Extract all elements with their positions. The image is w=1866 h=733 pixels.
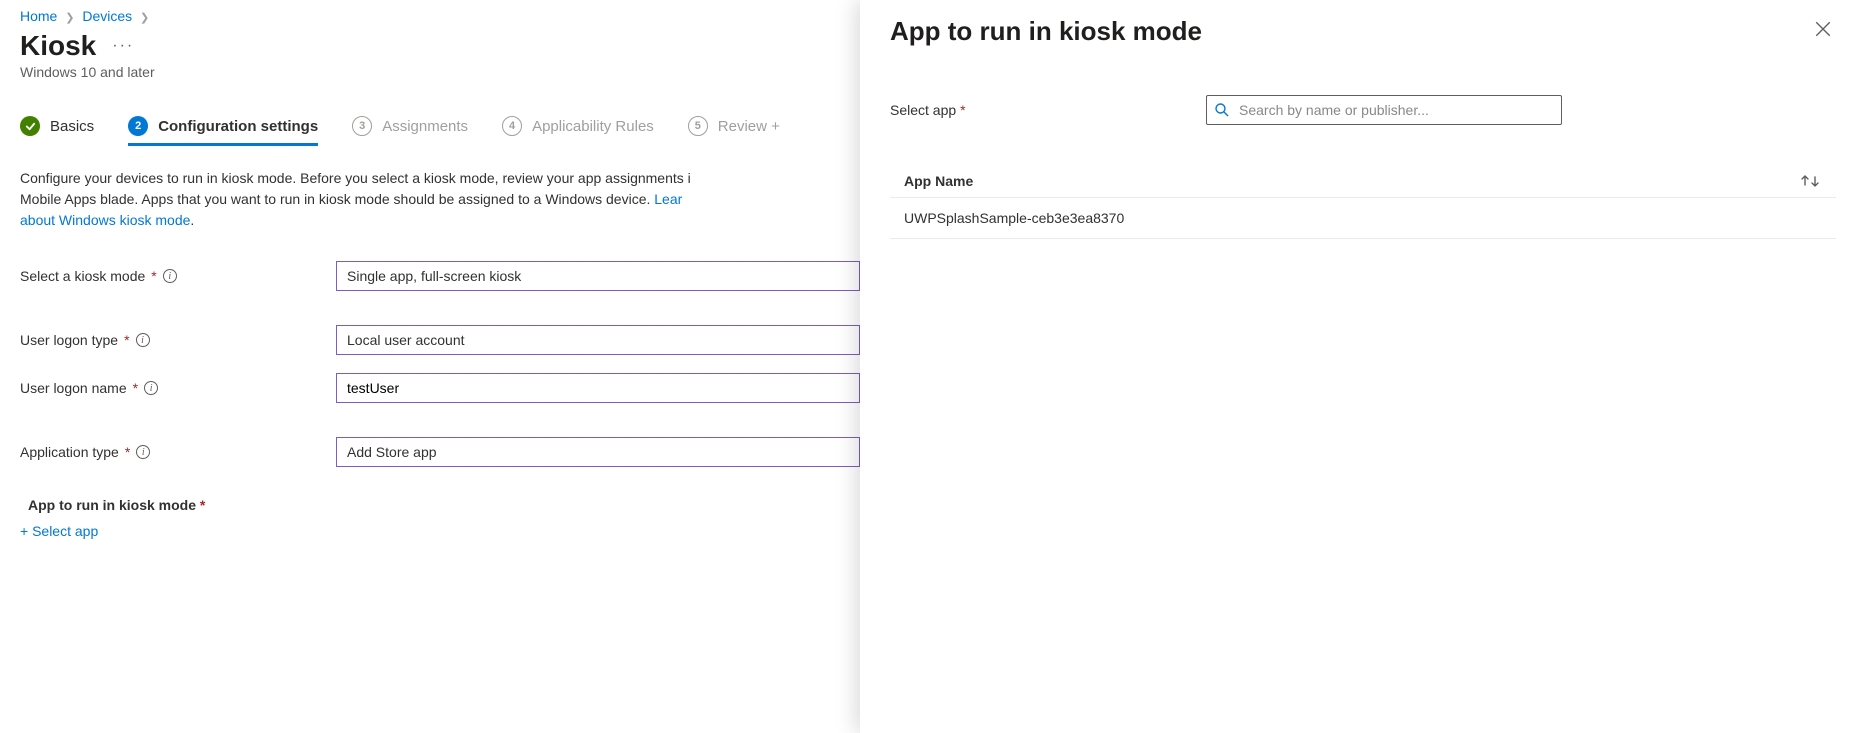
tab-configuration-settings[interactable]: 2 Configuration settings <box>128 116 318 144</box>
kiosk-mode-dropdown[interactable]: Single app, full-screen kiosk <box>336 261 860 291</box>
description-text: Configure your devices to run in kiosk m… <box>20 168 860 231</box>
main-configuration-panel: Home ❯ Devices ❯ Kiosk ··· Windows 10 an… <box>0 0 860 733</box>
tab-review[interactable]: 5 Review + <box>688 116 780 144</box>
flyout-title: App to run in kiosk mode <box>890 16 1202 47</box>
learn-more-link[interactable]: Lear <box>654 191 682 207</box>
required-asterisk: * <box>125 444 130 460</box>
required-asterisk: * <box>124 332 129 348</box>
page-subtitle: Windows 10 and later <box>20 64 860 80</box>
chevron-right-icon: ❯ <box>140 12 149 24</box>
page-title: Kiosk <box>20 30 96 62</box>
user-logon-name-input[interactable] <box>347 380 849 396</box>
tab-basics-label: Basics <box>50 118 94 135</box>
wizard-tabs: Basics 2 Configuration settings 3 Assign… <box>20 116 860 144</box>
step-number-icon: 2 <box>128 116 148 136</box>
breadcrumb-home[interactable]: Home <box>20 8 57 24</box>
chevron-right-icon: ❯ <box>65 12 74 24</box>
required-asterisk: * <box>151 268 156 284</box>
close-icon <box>1814 20 1832 38</box>
sort-icon[interactable] <box>1800 174 1822 188</box>
checkmark-icon <box>20 116 40 136</box>
info-icon[interactable]: i <box>163 269 177 283</box>
learn-more-kiosk-link[interactable]: about Windows kiosk mode <box>20 212 190 228</box>
user-logon-type-dropdown[interactable]: Local user account <box>336 325 860 355</box>
tab-configuration-label: Configuration settings <box>158 118 318 135</box>
app-search-input[interactable] <box>1206 95 1562 125</box>
application-type-label: Application type * i <box>20 444 336 460</box>
user-logon-name-label: User logon name * i <box>20 380 336 396</box>
select-app-label: Select app * <box>890 102 1206 118</box>
tab-review-label: Review + <box>718 118 780 135</box>
app-to-run-heading: App to run in kiosk mode * <box>28 497 860 513</box>
application-type-dropdown[interactable]: Add Store app <box>336 437 860 467</box>
required-asterisk: * <box>133 380 138 396</box>
breadcrumb-devices[interactable]: Devices <box>82 8 132 24</box>
required-asterisk: * <box>200 497 205 513</box>
info-icon[interactable]: i <box>136 333 150 347</box>
select-app-link[interactable]: + Select app <box>20 523 98 539</box>
tab-applicability-label: Applicability Rules <box>532 118 654 135</box>
app-list-header: App Name <box>890 165 1836 198</box>
search-icon <box>1214 102 1230 118</box>
app-search-wrapper <box>1206 95 1562 125</box>
tab-assignments[interactable]: 3 Assignments <box>352 116 468 144</box>
step-number-icon: 3 <box>352 116 372 136</box>
close-button[interactable] <box>1810 16 1836 45</box>
tab-assignments-label: Assignments <box>382 118 468 135</box>
breadcrumb: Home ❯ Devices ❯ <box>20 8 860 24</box>
user-logon-type-label: User logon type * i <box>20 332 336 348</box>
app-list-row[interactable]: UWPSplashSample-ceb3e3ea8370 <box>890 198 1836 239</box>
app-name-column-header[interactable]: App Name <box>904 173 973 189</box>
info-icon[interactable]: i <box>144 381 158 395</box>
step-number-icon: 4 <box>502 116 522 136</box>
tab-basics[interactable]: Basics <box>20 116 94 144</box>
more-actions-icon[interactable]: ··· <box>112 37 134 55</box>
tab-applicability-rules[interactable]: 4 Applicability Rules <box>502 116 654 144</box>
user-logon-name-input-wrapper <box>336 373 860 403</box>
app-selection-flyout: App to run in kiosk mode Select app * Ap… <box>860 0 1866 733</box>
kiosk-mode-label: Select a kiosk mode * i <box>20 268 336 284</box>
step-number-icon: 5 <box>688 116 708 136</box>
required-asterisk: * <box>960 102 965 118</box>
info-icon[interactable]: i <box>136 445 150 459</box>
